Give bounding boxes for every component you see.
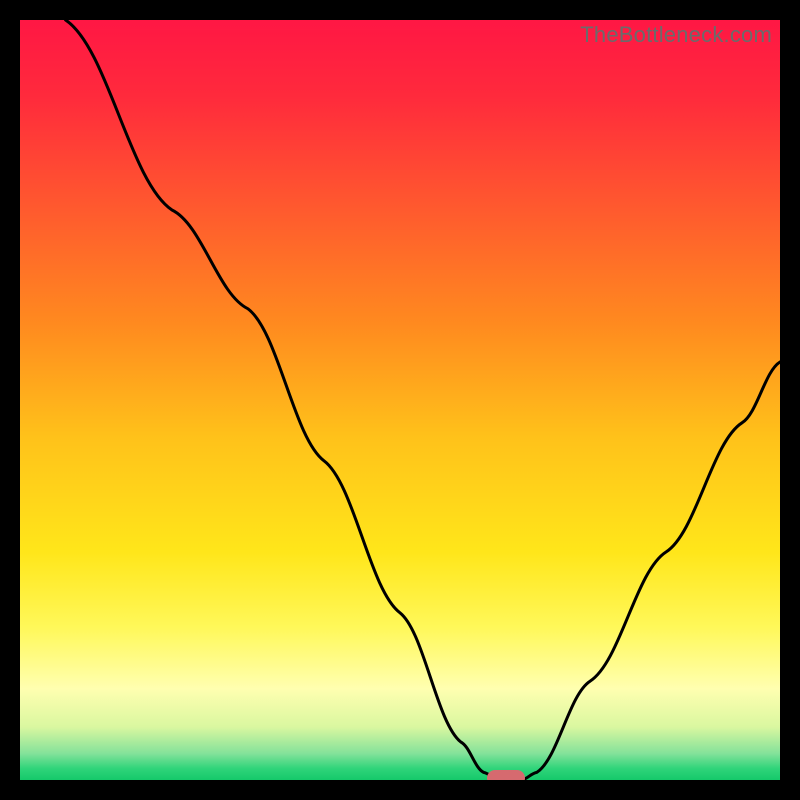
plot-area: TheBottleneck.com <box>20 20 780 780</box>
watermark-text: TheBottleneck.com <box>580 22 772 48</box>
bottleneck-curve <box>20 20 780 780</box>
optimal-marker <box>487 770 525 780</box>
chart-frame: TheBottleneck.com <box>0 0 800 800</box>
